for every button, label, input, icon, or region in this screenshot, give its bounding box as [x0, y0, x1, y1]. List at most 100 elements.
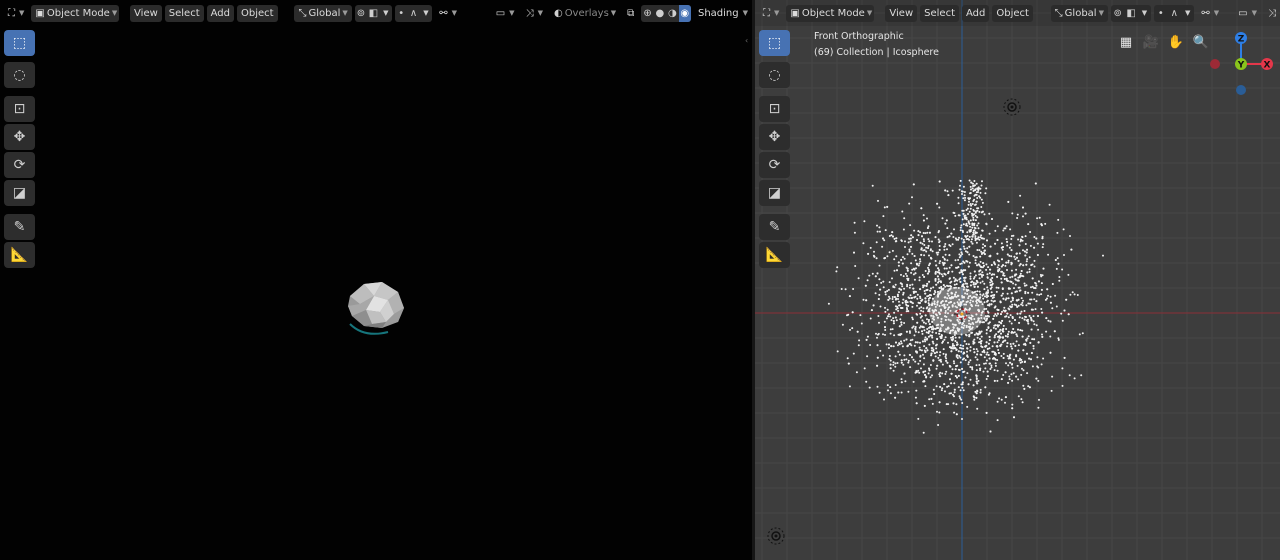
mode-dropdown[interactable]: ▣ Object Mode ▼: [31, 4, 120, 22]
camera-object-icon[interactable]: [766, 526, 786, 546]
object-type-visibility-button[interactable]: ▭ ▼: [492, 5, 519, 22]
scale-tool[interactable]: ◪: [759, 180, 790, 206]
move-arrows-tool[interactable]: ✥: [4, 124, 35, 150]
visibility-icon: ▭: [1238, 7, 1248, 19]
gizmo-toggle-button[interactable]: ⤨: [1264, 5, 1280, 22]
transform-affect-button[interactable]: ⚯ ▼: [1197, 5, 1223, 22]
mode-dropdown[interactable]: ▣ Object Mode ▼: [786, 4, 875, 22]
transform-orientation-dropdown[interactable]: ⤡ Global ▼: [1050, 4, 1108, 22]
left-toolbar: ⬚ ◌ ⊡ ✥ ⟳ ◪ ✎ 📐: [4, 30, 35, 270]
move-arrows-tool[interactable]: ✥: [759, 124, 790, 150]
object-mode-icon: ▣: [790, 7, 800, 19]
select-box-icon: ⬚: [767, 35, 782, 51]
camera-view-button[interactable]: 🎥: [1140, 31, 1162, 53]
proportional-edit-group[interactable]: • ∧ ▼: [1154, 4, 1195, 22]
gizmo-toggle-button[interactable]: ⤨ ▼: [522, 5, 547, 22]
chevron-down-icon[interactable]: ▼: [1138, 5, 1151, 22]
move-icon: ⊡: [768, 101, 781, 117]
right-toolbar: ⬚ ◌ ⊡ ✥ ⟳ ◪ ✎ 📐: [759, 30, 790, 270]
xray-toggle[interactable]: ⧉: [623, 5, 638, 22]
wireframe-shading-icon[interactable]: ⊕: [641, 5, 653, 22]
measure-tool[interactable]: 📐: [4, 242, 35, 268]
measure-icon: 📐: [10, 247, 29, 263]
pivot-snap-group[interactable]: ⊚ ◧ ▼: [354, 4, 392, 22]
shading-label: Shading: [697, 7, 739, 19]
shading-mode-group[interactable]: ⊕ ● ◑ ◉: [641, 4, 691, 22]
rendered-shading-icon[interactable]: ◉: [678, 4, 691, 22]
move-icon: ⊡: [13, 101, 26, 117]
gizmo-icon: ⤨: [1267, 7, 1276, 19]
hand-icon: ✋: [1167, 34, 1185, 50]
proportional-edit-group[interactable]: • ∧ ▼: [394, 4, 433, 22]
falloff-icon[interactable]: ∧: [1168, 5, 1181, 22]
gizmo-x-label: X: [1264, 61, 1271, 71]
collapse-arrow-icon[interactable]: ‹: [745, 36, 748, 45]
chevron-down-icon: ▼: [19, 9, 25, 17]
snap-icon[interactable]: ◧: [367, 5, 379, 22]
right-viewport-header: ⛶ ▼ ▣ Object Mode ▼ View Select Add Objec…: [755, 0, 1280, 26]
link-icon: ⚯: [1201, 7, 1210, 19]
menu-add[interactable]: Add: [962, 4, 990, 22]
menu-view[interactable]: View: [130, 4, 162, 22]
move-tool[interactable]: ⊡: [4, 96, 35, 122]
menu-object[interactable]: Object: [992, 4, 1033, 22]
grid-icon: ▦: [1119, 34, 1133, 50]
pivot-snap-group[interactable]: ⊚ ◧ ▼: [1110, 4, 1152, 22]
grid-toggle-button[interactable]: ▦: [1115, 31, 1137, 53]
proportional-edit-icon[interactable]: •: [395, 5, 407, 22]
select-box-tool[interactable]: ⬚: [759, 30, 790, 56]
chevron-down-icon[interactable]: ▼: [420, 5, 432, 22]
3d-viewport-icon: ⛶: [763, 7, 770, 19]
chevron-down-icon[interactable]: ▼: [1181, 5, 1194, 22]
pivot-icon[interactable]: ⊚: [355, 5, 367, 22]
menu-add[interactable]: Add: [206, 4, 235, 22]
menu-view[interactable]: View: [885, 4, 918, 22]
annotate-tool[interactable]: ✎: [4, 214, 35, 240]
cursor-tool[interactable]: ◌: [4, 62, 35, 88]
solid-shading-icon[interactable]: ●: [654, 5, 666, 22]
measure-tool[interactable]: 📐: [759, 242, 790, 268]
light-object-icon[interactable]: [1002, 97, 1022, 117]
navigation-gizmo[interactable]: Z X Y: [1203, 26, 1280, 98]
editor-type-button[interactable]: ⛶ ▼: [759, 5, 783, 22]
falloff-icon[interactable]: ∧: [407, 5, 419, 22]
annotate-tool[interactable]: ✎: [759, 214, 790, 240]
left-3d-viewport[interactable]: ⛶ ▼ ▣ Object Mode ▼ View Select Add Objec…: [0, 0, 752, 560]
select-box-tool[interactable]: ⬚: [4, 30, 35, 56]
chevron-down-icon[interactable]: ▼: [380, 5, 392, 22]
transform-orientation-dropdown[interactable]: ⤡ Global ▼: [294, 4, 352, 22]
material-shading-icon[interactable]: ◑: [666, 5, 678, 22]
scale-icon: ◪: [12, 185, 27, 201]
right-3d-viewport[interactable]: ⛶ ▼ ▣ Object Mode ▼ View Select Add Objec…: [755, 0, 1280, 560]
move-arrows-icon: ✥: [13, 129, 26, 145]
pan-view-button[interactable]: ✋: [1165, 31, 1187, 53]
object-type-visibility-button[interactable]: ▭ ▼: [1234, 5, 1261, 22]
annotate-icon: ✎: [768, 219, 781, 235]
mode-label: Object Mode: [46, 7, 110, 19]
move-tool[interactable]: ⊡: [759, 96, 790, 122]
shading-dropdown[interactable]: Shading ▼: [694, 5, 752, 22]
rotate-tool[interactable]: ⟳: [759, 152, 790, 178]
3d-cursor-icon[interactable]: [952, 304, 972, 324]
snap-icon[interactable]: ◧: [1124, 5, 1137, 22]
proportional-edit-icon[interactable]: •: [1154, 5, 1167, 22]
gizmo-neg-z-axis[interactable]: [1236, 85, 1246, 95]
scale-icon: ◪: [767, 185, 782, 201]
menu-object[interactable]: Object: [237, 4, 278, 22]
xray-icon: ⧉: [627, 7, 635, 19]
overlays-dropdown[interactable]: ◐ Overlays ▼: [550, 5, 620, 22]
menu-select[interactable]: Select: [920, 4, 959, 22]
gizmo-neg-x-axis[interactable]: [1210, 59, 1220, 69]
left-viewport-header: ⛶ ▼ ▣ Object Mode ▼ View Select Add Objec…: [0, 0, 752, 26]
transform-affect-button[interactable]: ⚯ ▼: [435, 5, 461, 22]
chevron-down-icon: ▼: [111, 9, 118, 17]
menu-select[interactable]: Select: [164, 4, 204, 22]
rotate-tool[interactable]: ⟳: [4, 152, 35, 178]
object-mode-icon: ▣: [35, 7, 45, 19]
pivot-icon[interactable]: ⊚: [1111, 5, 1124, 22]
cursor-tool[interactable]: ◌: [759, 62, 790, 88]
editor-type-button[interactable]: ⛶ ▼: [4, 5, 28, 22]
scale-tool[interactable]: ◪: [4, 180, 35, 206]
orientation-label: Global: [1064, 7, 1097, 19]
collection-info-label: (69) Collection | Icosphere: [814, 47, 939, 58]
